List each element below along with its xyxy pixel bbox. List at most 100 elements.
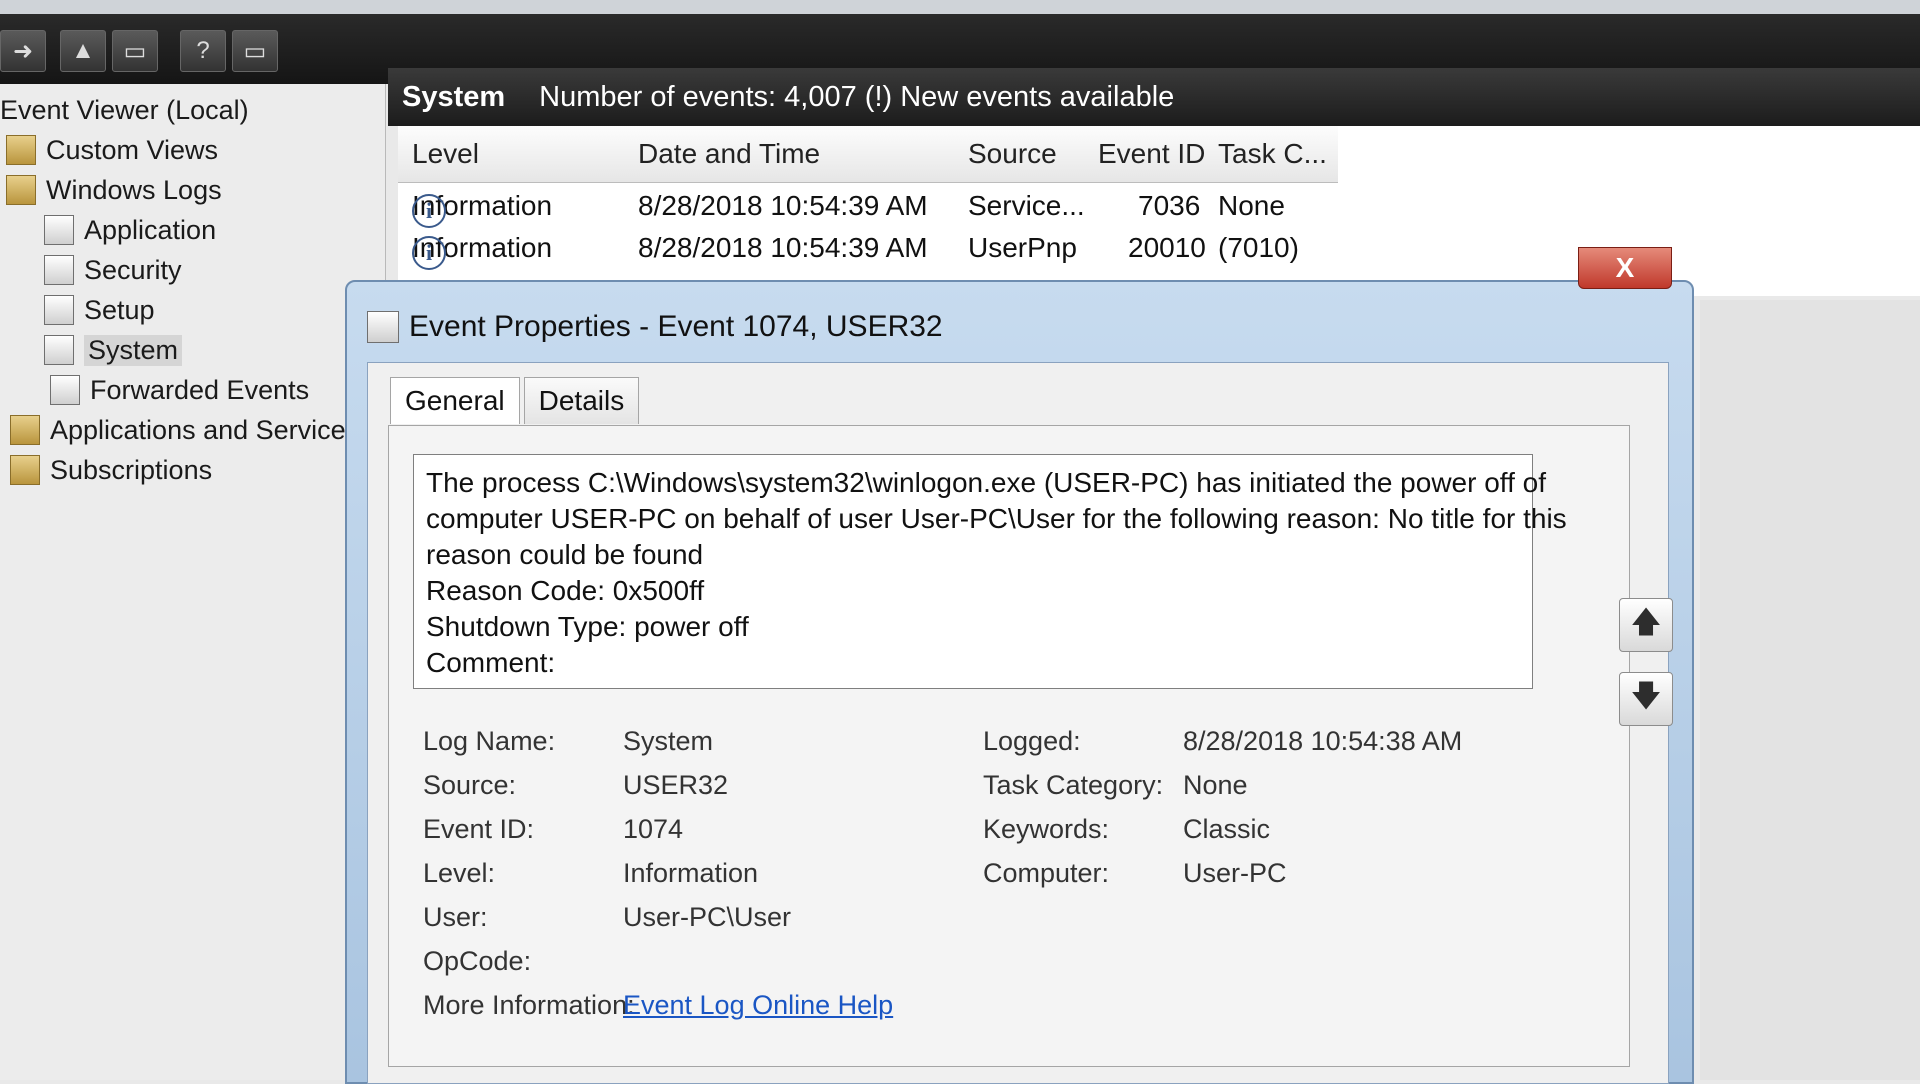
row-level: i Information bbox=[412, 232, 552, 270]
event-count: Number of events: 4,007 (!) New events a… bbox=[539, 80, 1175, 113]
tree-root[interactable]: Event Viewer (Local) bbox=[0, 92, 249, 128]
log-icon bbox=[50, 375, 80, 405]
tree-item-label: Subscriptions bbox=[50, 454, 213, 485]
logged-value: 8/28/2018 10:54:38 AM bbox=[1183, 726, 1463, 756]
description-line: reason could be found bbox=[426, 539, 704, 570]
column-task-category[interactable]: Task C... bbox=[1218, 138, 1327, 170]
tree-item-label: Windows Logs bbox=[46, 174, 222, 205]
tab-general[interactable]: General bbox=[390, 377, 520, 424]
log-name-label: Log Name: bbox=[423, 726, 556, 756]
log-name: System bbox=[402, 80, 506, 113]
log-icon bbox=[44, 335, 74, 365]
tree-root-label: Event Viewer (Local) bbox=[0, 94, 249, 125]
row-event-id: 20010 bbox=[1128, 232, 1206, 263]
previous-event-button[interactable]: 🡅 bbox=[1619, 598, 1673, 652]
log-icon bbox=[44, 255, 74, 285]
menu-bar bbox=[0, 0, 1920, 14]
description-line: Shutdown Type: power off bbox=[426, 611, 749, 642]
tree-item-applications-and-services[interactable]: Applications and Service bbox=[10, 412, 346, 448]
table-row[interactable]: i Information 8/28/2018 10:54:39 AM UserP… bbox=[398, 228, 1898, 270]
log-name-value: System bbox=[623, 726, 714, 756]
subscriptions-icon bbox=[10, 455, 40, 485]
task-category-label: Task Category: bbox=[983, 770, 1164, 800]
level-label: Level: bbox=[423, 858, 496, 888]
arrow-up-icon: 🡅 bbox=[1630, 605, 1662, 639]
grid-header: Level Date and Time Source Event ID Task… bbox=[398, 126, 1338, 183]
event-properties-dialog: X Event Properties - Event 1074, USER32 … bbox=[345, 247, 1694, 1084]
table-row[interactable]: i Information 8/28/2018 10:54:39 AM Servi… bbox=[398, 186, 1898, 228]
event-list-header: System Number of events: 4,007 (!) New e… bbox=[388, 68, 1920, 126]
tab-strip: General Details bbox=[390, 377, 643, 425]
row-task: (7010) bbox=[1218, 232, 1299, 263]
tree-item-forwarded-events[interactable]: Forwarded Events bbox=[50, 372, 309, 408]
computer-value: User-PC bbox=[1183, 858, 1287, 888]
arrow-down-icon: 🡇 bbox=[1630, 679, 1662, 713]
tree-item-subscriptions[interactable]: Subscriptions bbox=[10, 452, 212, 488]
event-log-help-link[interactable]: Event Log Online Help bbox=[623, 990, 893, 1021]
event-properties: Log Name: System Source: USER32 Event ID… bbox=[423, 726, 1523, 1046]
log-icon bbox=[44, 215, 74, 245]
show-hide-tree-icon[interactable]: ▭ bbox=[112, 30, 158, 72]
tree-item-label: Forwarded Events bbox=[90, 374, 310, 405]
dialog-title-bar[interactable]: Event Properties - Event 1074, USER32 bbox=[367, 302, 943, 352]
column-source[interactable]: Source bbox=[968, 138, 1057, 170]
opcode-label: OpCode: bbox=[423, 946, 532, 976]
tab-details[interactable]: Details bbox=[523, 377, 640, 424]
event-id-label: Event ID: bbox=[423, 814, 535, 844]
tree-item-label: Security bbox=[84, 254, 182, 285]
background-pane bbox=[1700, 300, 1920, 1080]
next-event-button[interactable]: 🡇 bbox=[1619, 672, 1673, 726]
forward-icon[interactable]: ➜ bbox=[0, 30, 46, 72]
tree-item-label: Setup bbox=[84, 294, 155, 325]
folder-icon bbox=[6, 135, 36, 165]
tree-item-label: Custom Views bbox=[46, 134, 219, 165]
tree-item-custom-views[interactable]: Custom Views bbox=[6, 132, 218, 168]
tree-item-security[interactable]: Security bbox=[44, 252, 182, 288]
description-line: The process C:\Windows\system32\winlogon… bbox=[426, 467, 1546, 498]
user-label: User: bbox=[423, 902, 488, 932]
row-datetime: 8/28/2018 10:54:39 AM bbox=[638, 190, 928, 221]
level-value: Information bbox=[623, 858, 759, 888]
tree-item-label: Applications and Service bbox=[50, 414, 346, 445]
navigation-tree: Event Viewer (Local) Custom Views Window… bbox=[0, 84, 386, 1080]
event-description[interactable]: The process C:\Windows\system32\winlogon… bbox=[413, 454, 1567, 689]
row-source: Service... bbox=[968, 190, 1085, 221]
column-level[interactable]: Level bbox=[412, 138, 479, 170]
tree-item-windows-logs[interactable]: Windows Logs bbox=[6, 172, 222, 208]
source-label: Source: bbox=[423, 770, 517, 800]
folder-icon bbox=[6, 175, 36, 205]
keywords-label: Keywords: bbox=[983, 814, 1110, 844]
row-datetime: 8/28/2018 10:54:39 AM bbox=[638, 232, 928, 263]
description-line: Reason Code: 0x500ff bbox=[426, 575, 705, 606]
more-info-label: More Information: bbox=[423, 990, 635, 1020]
dialog-title: Event Properties - Event 1074, USER32 bbox=[409, 310, 943, 343]
column-event-id[interactable]: Event ID bbox=[1098, 138, 1205, 170]
events-grid: Level Date and Time Source Event ID Task… bbox=[398, 126, 1920, 296]
tree-item-label: Application bbox=[84, 214, 217, 245]
column-date-time[interactable]: Date and Time bbox=[638, 138, 820, 170]
tree-item-system[interactable]: System bbox=[44, 332, 183, 368]
computer-label: Computer: bbox=[983, 858, 1110, 888]
log-icon bbox=[44, 295, 74, 325]
event-id-value: 1074 bbox=[623, 814, 684, 844]
folder-up-icon[interactable]: ▲ bbox=[60, 30, 106, 72]
action-pane-icon[interactable]: ▭ bbox=[232, 30, 278, 72]
tree-item-setup[interactable]: Setup bbox=[44, 292, 155, 328]
keywords-value: Classic bbox=[1183, 814, 1271, 844]
close-button[interactable]: X bbox=[1578, 247, 1672, 289]
dialog-body: General Details The process C:\Windows\s… bbox=[367, 362, 1669, 1084]
task-category-value: None bbox=[1183, 770, 1248, 800]
general-panel: The process C:\Windows\system32\winlogon… bbox=[388, 425, 1630, 1067]
logged-label: Logged: bbox=[983, 726, 1081, 756]
event-icon bbox=[367, 311, 399, 343]
description-line: Comment: bbox=[426, 647, 556, 678]
tree-item-application[interactable]: Application bbox=[44, 212, 216, 248]
tree-item-label: System bbox=[84, 334, 183, 366]
description-line: computer USER-PC on behalf of user User-… bbox=[426, 503, 1567, 534]
row-source: UserPnp bbox=[968, 232, 1077, 263]
source-value: USER32 bbox=[623, 770, 729, 800]
folder-icon bbox=[10, 415, 40, 445]
row-task: None bbox=[1218, 190, 1285, 221]
information-icon: i bbox=[412, 194, 446, 228]
help-icon[interactable]: ? bbox=[180, 30, 226, 72]
